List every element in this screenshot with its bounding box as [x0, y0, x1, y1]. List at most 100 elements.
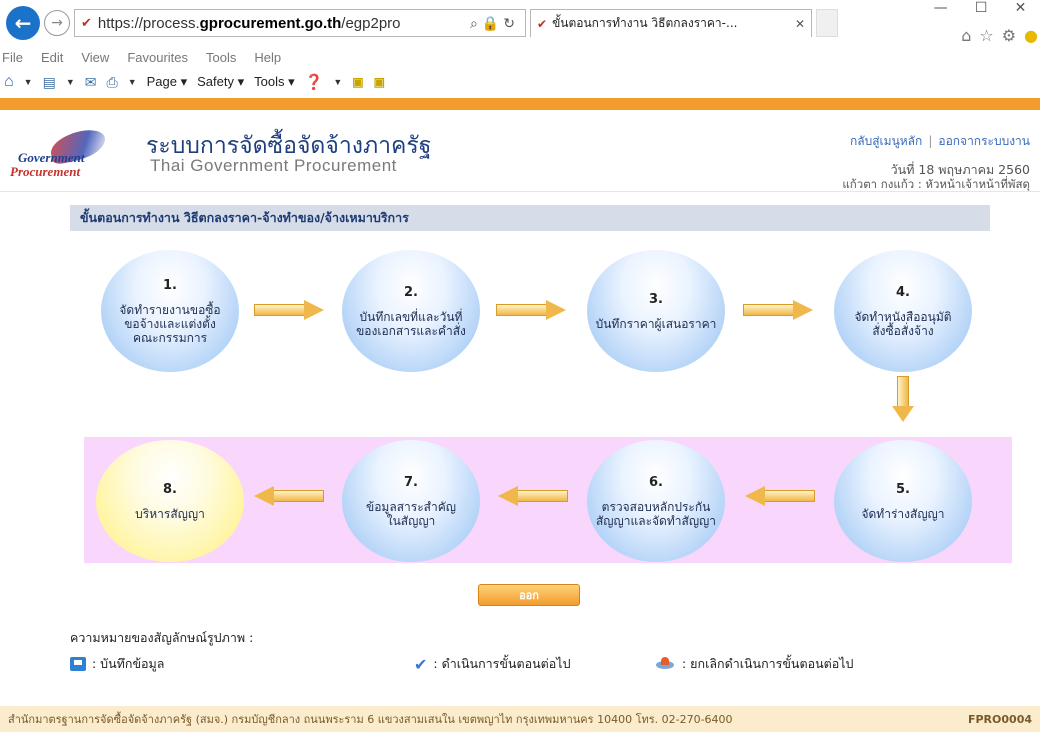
- exit-button[interactable]: ออก: [478, 584, 580, 606]
- cancel-step-icon: [654, 657, 676, 671]
- settings-gear-icon[interactable]: ⚙: [1002, 26, 1016, 45]
- page-menu[interactable]: Page ▾: [147, 74, 188, 90]
- site-header: Government Procurement ระบบการจัดซื้อจัด…: [0, 110, 1040, 192]
- home-icon[interactable]: ⌂: [961, 26, 971, 45]
- forward-button[interactable]: →: [44, 10, 70, 36]
- mail-icon[interactable]: ✉: [85, 74, 97, 91]
- tab-favicon-icon: ✔: [537, 16, 548, 31]
- address-bar[interactable]: ✔ https://process.gprocurement.go.th/egp…: [74, 9, 526, 37]
- page-footer: สำนักมาตรฐานการจัดซื้อจัดจ้างภาครัฐ (สมจ…: [0, 706, 1040, 732]
- step-3[interactable]: 3. บันทึกราคาผู้เสนอราคา: [587, 250, 725, 372]
- safety-menu[interactable]: Safety ▾: [197, 74, 244, 90]
- extension-icon[interactable]: ▣: [374, 75, 385, 89]
- arrow-left-icon: [745, 486, 815, 506]
- step-4[interactable]: 4. จัดทำหนังสืออนุมัติ สั่งซื้อสั่งจ้าง: [834, 250, 972, 372]
- step-label: บันทึกเลขที่และวันที่ ของเอกสารและคำสั่ง: [356, 309, 466, 338]
- menu-tools[interactable]: Tools: [206, 50, 236, 65]
- arrow-left-icon: [498, 486, 568, 506]
- browser-tab[interactable]: ✔ ขั้นตอนการทำงาน วิธีตกลงราคา-... ✕: [530, 9, 812, 37]
- step-label: จัดทำร่างสัญญา: [861, 506, 945, 521]
- command-bar: ⌂ ▼ ▤ ▼ ✉ ⎙ ▼ Page ▾ Safety ▾ Tools ▾ ❓ ▼ ▣ …: [0, 68, 1040, 96]
- legend-title: ความหมายของสัญลักษณ์รูปภาพ :: [70, 630, 254, 645]
- chevron-down-icon[interactable]: ▼: [24, 77, 33, 87]
- page-code: FPRO0004: [967, 712, 1032, 726]
- link-separator: |: [928, 134, 933, 148]
- back-button[interactable]: ←: [6, 6, 40, 40]
- maximize-icon[interactable]: ☐: [975, 0, 988, 22]
- step-8[interactable]: 8. บริหารสัญญา: [96, 440, 244, 562]
- legend-cancel-label: : ยกเลิกดำเนินการขั้นตอนต่อไป: [682, 656, 854, 671]
- legend-proceed-label: : ดำเนินการขั้นตอนต่อไป: [433, 656, 571, 671]
- extension-icon[interactable]: ▣: [352, 75, 363, 89]
- step-1[interactable]: 1. จัดทำรายงานขอซื้อ ขอจ้างและแต่งตั้ง ค…: [101, 250, 239, 372]
- legend-save-label: : บันทึกข้อมูล: [92, 656, 165, 671]
- minimize-icon[interactable]: —: [934, 0, 948, 22]
- step-label: บันทึกราคาผู้เสนอราคา: [595, 316, 717, 331]
- arrow-right-icon: [743, 300, 813, 320]
- step-5[interactable]: 5. จัดทำร่างสัญญา: [834, 440, 972, 562]
- menu-bar: File Edit View Favourites Tools Help: [0, 46, 1040, 68]
- window-controls: — ☐ ✕: [920, 0, 1040, 22]
- step-label: ตรวจสอบหลักประกัน สัญญาและจัดทำสัญญา: [595, 499, 717, 528]
- legend-save: : บันทึกข้อมูล: [70, 654, 164, 674]
- step-label: จัดทำหนังสืออนุมัติ สั่งซื้อสั่งจ้าง: [854, 309, 952, 338]
- arrow-down-icon: [892, 376, 914, 422]
- step-2[interactable]: 2. บันทึกเลขที่และวันที่ ของเอกสารและคำส…: [342, 250, 480, 372]
- logo-text-procurement: Procurement: [10, 164, 81, 179]
- feeds-icon[interactable]: ▤: [43, 74, 56, 91]
- gprocurement-logo: Government Procurement: [10, 126, 128, 184]
- step-6[interactable]: 6. ตรวจสอบหลักประกัน สัญญาและจัดทำสัญญา: [587, 440, 725, 562]
- section-title: ขั้นตอนการทำงาน วิธีตกลงราคา-จ้างทำของ/จ…: [70, 205, 990, 231]
- refresh-icon: ↻: [503, 14, 519, 31]
- site-favicon-icon: ✔: [81, 15, 92, 30]
- back-arrow-icon: ←: [14, 11, 32, 35]
- step-label: บริหารสัญญา: [135, 506, 205, 521]
- arrow-left-icon: [254, 486, 324, 506]
- feedback-smiley-icon[interactable]: ●: [1024, 26, 1038, 45]
- page-content: Government Procurement ระบบการจัดซื้อจัด…: [0, 110, 1040, 742]
- address-tools[interactable]: ⌕🔒↻: [470, 15, 519, 32]
- tools-menu[interactable]: Tools ▾: [254, 74, 295, 90]
- forward-arrow-icon: →: [51, 15, 63, 31]
- user-info: แก้วตา กงแก้ว : หัวหน้าเจ้าหน้าที่พัสดุ: [842, 177, 1030, 191]
- legend-proceed: ✔ : ดำเนินการขั้นตอนต่อไป: [414, 654, 571, 674]
- step-number: 3.: [649, 291, 663, 307]
- step-7[interactable]: 7. ข้อมูลสาระสำคัญ ในสัญญา: [342, 440, 480, 562]
- step-number: 7.: [404, 474, 418, 490]
- step-number: 8.: [163, 481, 177, 497]
- new-tab-button[interactable]: [816, 9, 838, 37]
- menu-view[interactable]: View: [81, 50, 109, 65]
- close-tab-icon[interactable]: ✕: [795, 17, 805, 31]
- page-top-bar: [0, 98, 1040, 110]
- help-icon[interactable]: ❓: [305, 73, 324, 91]
- lock-icon: 🔒: [481, 14, 504, 31]
- menu-favourites[interactable]: Favourites: [127, 50, 188, 65]
- step-number: 4.: [896, 284, 910, 300]
- main-menu-link[interactable]: กลับสู่เมนูหลัก: [850, 134, 922, 148]
- favorites-star-icon[interactable]: ☆: [979, 26, 993, 45]
- footer-address: สำนักมาตรฐานการจัดซื้อจัดจ้างภาครัฐ (สมจ…: [8, 713, 733, 726]
- step-number: 6.: [649, 474, 663, 490]
- logout-link[interactable]: ออกจากระบบงาน: [938, 134, 1030, 148]
- print-icon[interactable]: ⎙: [106, 74, 117, 91]
- checkmark-icon: ✔: [414, 654, 428, 674]
- menu-file[interactable]: File: [2, 50, 23, 65]
- home-icon[interactable]: ⌂: [4, 73, 14, 91]
- step-label: ข้อมูลสาระสำคัญ ในสัญญา: [366, 499, 456, 528]
- arrow-right-icon: [254, 300, 324, 320]
- chevron-down-icon[interactable]: ▼: [333, 77, 342, 87]
- step-number: 5.: [896, 481, 910, 497]
- close-window-icon[interactable]: ✕: [1015, 0, 1027, 22]
- step-label: จัดทำรายงานขอซื้อ ขอจ้างและแต่งตั้ง คณะก…: [119, 302, 221, 345]
- chevron-down-icon[interactable]: ▼: [128, 77, 137, 87]
- menu-help[interactable]: Help: [254, 50, 281, 65]
- step-number: 1.: [163, 277, 177, 293]
- browser-titlebar: ← → ✔ https://process.gprocurement.go.th…: [0, 0, 1040, 46]
- browser-right-icons: ⌂ ☆ ⚙ ●: [961, 26, 1038, 45]
- site-title-english: Thai Government Procurement: [150, 156, 397, 175]
- menu-edit[interactable]: Edit: [41, 50, 63, 65]
- chevron-down-icon[interactable]: ▼: [66, 77, 75, 87]
- arrow-right-icon: [496, 300, 566, 320]
- header-links: กลับสู่เมนูหลัก | ออกจากระบบงาน: [850, 132, 1030, 151]
- tab-title: ขั้นตอนการทำงาน วิธีตกลงราคา-...: [552, 16, 738, 30]
